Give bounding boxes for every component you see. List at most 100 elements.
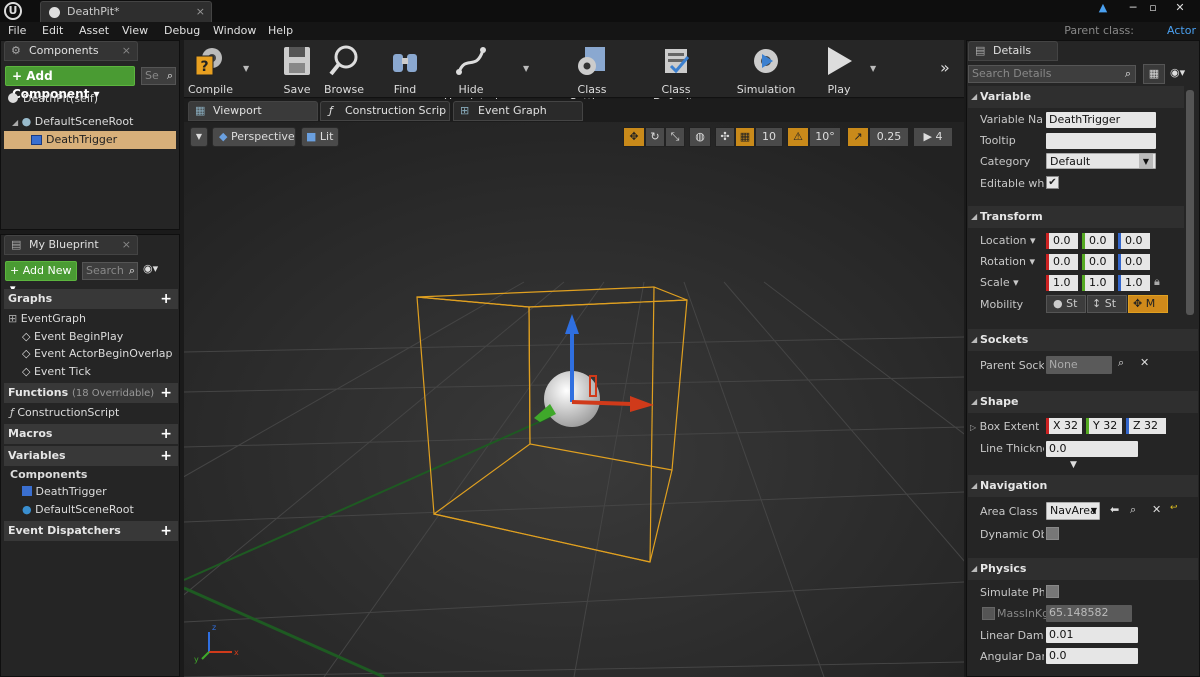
graph-item-actorbeginoverlap[interactable]: ◇ Event ActorBeginOverlap [22,345,172,363]
editable-checkbox[interactable]: ✔ [1046,176,1059,189]
minimize-icon[interactable]: ─ [1124,0,1142,16]
rotation-z-field[interactable]: 0.0 [1118,254,1150,270]
transform-section-header[interactable]: Transform [968,206,1184,228]
property-matrix-icon[interactable]: ▦ [1143,64,1165,84]
scale-x-field[interactable]: 1.0 [1046,275,1078,291]
maximize-icon[interactable]: ▫ [1144,0,1162,16]
lit-dropdown[interactable]: ■ Lit [301,127,339,147]
tab-viewport[interactable]: ▦ Viewport [188,101,318,121]
toolbar-overflow-icon[interactable]: » [940,58,950,77]
simulate-physics-checkbox[interactable] [1046,585,1059,598]
hide-unrelated-dropdown[interactable]: ▼ [523,64,529,73]
advanced-expand-icon[interactable]: ▼ [1070,460,1077,470]
use-selected-arrow-icon[interactable]: ⬅ [1110,503,1119,516]
scale-snap-value[interactable]: 0.25 [869,127,909,147]
viewport-options-dropdown[interactable]: ▼ [190,127,208,147]
close-window-icon[interactable]: ✕ [1164,0,1196,16]
feedback-icon[interactable]: ▲ [1094,0,1112,16]
tab-construction-script[interactable]: ƒ Construction Scrip [320,101,450,121]
details-scrollbar[interactable] [1186,90,1194,315]
function-item-constructionscript[interactable]: ƒ ConstructionScript [10,404,119,422]
box-extent-y-field[interactable]: Y 32 [1086,418,1122,434]
rotate-mode-icon[interactable]: ↻ [645,127,665,147]
tab-event-graph[interactable]: ⊞ Event Graph [453,101,583,121]
simulation-button[interactable]: Simulation [736,44,796,96]
browse-socket-icon[interactable]: ⌕ [1118,356,1124,370]
variable-item-defaultsceneroot[interactable]: ● DefaultSceneRoot [22,501,134,519]
viewport-canvas[interactable]: z x y [184,122,964,677]
unreal-logo-icon[interactable]: U [4,2,22,20]
graph-item-beginplay[interactable]: ◇ Event BeginPlay [22,328,123,346]
add-component-button[interactable]: + Add Component ▾ [5,66,135,101]
location-label[interactable]: Location ▾ [980,234,1036,247]
grid-snap-icon[interactable]: ▦ [735,127,755,147]
browse-button[interactable]: Browse [322,44,366,96]
compile-button[interactable]: ? Compile [188,44,233,96]
add-new-button[interactable]: + Add New ▾ [5,261,77,295]
menu-file[interactable]: File [8,22,26,40]
add-function-icon[interactable]: + [160,383,172,403]
document-tab-deathpit[interactable]: DeathPit* × [40,1,212,22]
rotation-x-field[interactable]: 0.0 [1046,254,1078,270]
close-components-icon[interactable]: × [122,42,131,60]
graph-item-eventgraph[interactable]: ⊞ EventGraph [8,310,86,328]
add-variable-icon[interactable]: + [160,446,172,466]
browse-asset-icon[interactable]: ⌕ [1130,503,1136,517]
rotation-snap-icon[interactable]: ⚠ [787,127,809,147]
clear-area-icon[interactable]: ✕ [1152,503,1161,516]
line-thickness-field[interactable]: 0.0 [1046,441,1138,457]
menu-debug[interactable]: Debug [164,22,200,40]
visibility-eye-icon[interactable]: ◉▾ [1170,66,1185,79]
graphs-header[interactable]: Graphs + [4,289,178,309]
surface-snap-icon[interactable]: ✣ [715,127,735,147]
camera-speed-button[interactable]: ▶ 4 [913,127,953,147]
menu-asset[interactable]: Asset [79,22,109,40]
menu-view[interactable]: View [122,22,148,40]
tooltip-field[interactable] [1046,133,1156,149]
blueprint-search-input[interactable]: Search ⌕ [82,262,138,280]
visibility-eye-icon[interactable]: ◉▾ [143,262,158,275]
angular-damping-field[interactable]: 0.0 [1046,648,1138,664]
graph-item-eventtick[interactable]: ◇ Event Tick [22,363,91,381]
location-y-field[interactable]: 0.0 [1082,233,1114,249]
world-local-icon[interactable]: ◍ [689,127,711,147]
shape-section-header[interactable]: Shape [968,391,1198,413]
add-graph-icon[interactable]: + [160,289,172,309]
parent-socket-field[interactable]: None [1046,356,1112,374]
physics-section-header[interactable]: Physics [968,558,1198,580]
location-z-field[interactable]: 0.0 [1118,233,1150,249]
my-blueprint-tab[interactable]: ▤ My Blueprint × [4,235,138,255]
rotation-label[interactable]: Rotation ▾ [980,255,1035,268]
menu-edit[interactable]: Edit [42,22,63,40]
sockets-section-header[interactable]: Sockets [968,329,1198,351]
details-search-input[interactable]: Search Details ⌕ [968,65,1136,83]
scale-snap-icon[interactable]: ↗ [847,127,869,147]
variable-section-header[interactable]: Variable [968,86,1184,108]
scale-z-field[interactable]: 1.0 [1118,275,1150,291]
area-class-select[interactable]: NavArea ▼ [1046,502,1100,520]
components-tab[interactable]: ⚙ Components × [4,41,138,61]
mobility-movable-button[interactable]: ✥ M [1128,295,1168,313]
category-select[interactable]: Default ▼ [1046,153,1156,169]
menu-window[interactable]: Window [213,22,256,40]
tree-item-defaultsceneroot[interactable]: ◢ ● DefaultSceneRoot [12,113,178,131]
save-button[interactable]: Save [278,44,316,96]
navigation-section-header[interactable]: Navigation [968,475,1198,497]
variable-item-deathtrigger[interactable]: DeathTrigger [22,483,107,501]
reset-default-icon[interactable]: ↩ [1170,503,1178,513]
rotation-snap-value[interactable]: 10° [809,127,841,147]
perspective-dropdown[interactable]: ◆ Perspective [212,127,296,147]
self-item[interactable]: DeathPit(self) [8,90,178,108]
component-search-input[interactable]: Se ⌕ [141,67,176,85]
menu-help[interactable]: Help [268,22,293,40]
details-tab[interactable]: ▤ Details [968,41,1058,61]
location-x-field[interactable]: 0.0 [1046,233,1078,249]
close-tab-icon[interactable]: × [196,2,205,22]
variables-header[interactable]: Variables + [4,446,178,466]
functions-header[interactable]: Functions (18 Overridable) + [4,383,178,403]
variable-name-field[interactable]: DeathTrigger [1046,112,1156,128]
linear-damping-field[interactable]: 0.01 [1046,627,1138,643]
scale-label[interactable]: Scale ▾ [980,276,1019,289]
close-blueprint-icon[interactable]: × [122,236,131,254]
scale-mode-icon[interactable]: ⤡ [665,127,685,147]
